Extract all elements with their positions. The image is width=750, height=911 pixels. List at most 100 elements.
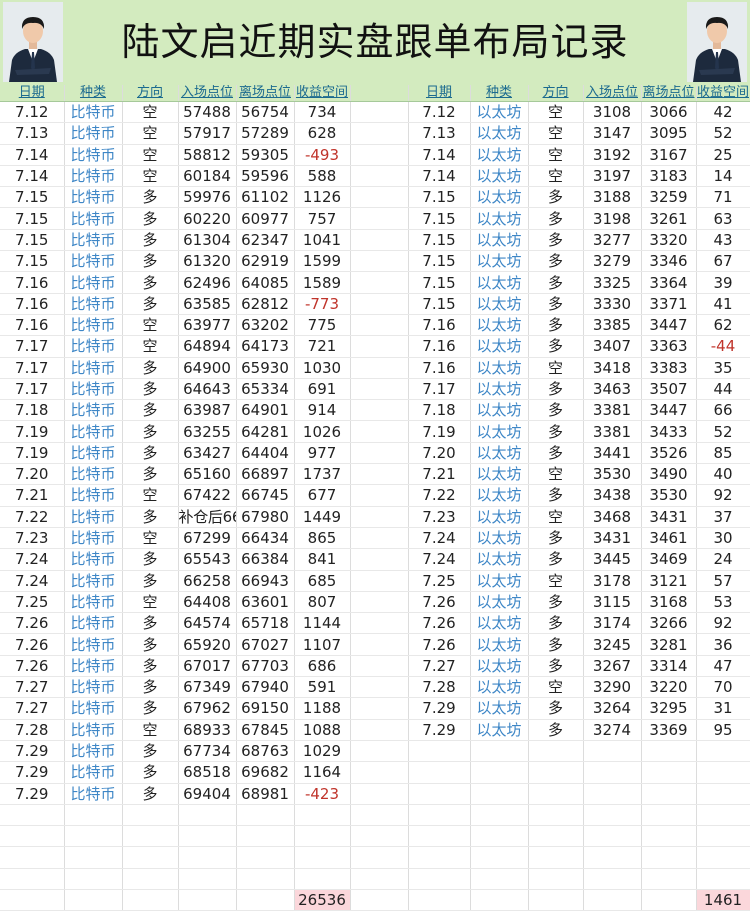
exit-price-cell: 56754 xyxy=(236,101,295,124)
date-cell: 7.21 xyxy=(0,484,65,507)
table-row xyxy=(0,868,750,890)
empty-cell xyxy=(408,868,471,890)
coin-cell: 比特币 xyxy=(64,186,123,209)
spacer-cell xyxy=(350,548,409,571)
empty-cell xyxy=(122,804,179,827)
empty-cell xyxy=(583,740,642,763)
entry-price-cell: 3438 xyxy=(583,484,642,507)
entry-price-cell: 3325 xyxy=(583,271,642,294)
spacer-cell xyxy=(350,399,409,422)
date-cell: 7.27 xyxy=(0,697,65,720)
table-row: 7.15 比特币多 59976 61102 1126 7.15 以太坊多 3188 3259 71 xyxy=(0,186,750,209)
direction-cell: 多 xyxy=(122,548,179,571)
column-header: 日期 xyxy=(0,85,65,102)
column-header: 方向 xyxy=(528,85,584,102)
exit-price-cell: 3461 xyxy=(641,527,697,550)
profit-cell: 53 xyxy=(696,591,750,614)
direction-cell: 多 xyxy=(122,740,179,763)
eth-total-profit: 1461 xyxy=(696,889,750,911)
date-cell: 7.22 xyxy=(0,506,65,528)
entry-price-cell: 62496 xyxy=(178,271,237,294)
entry-price-cell: 57488 xyxy=(178,101,237,124)
entry-price-cell: 3468 xyxy=(583,506,642,528)
table-header-row: 日期 种类 方向 入场点位 离场点位 收益空间 日期 种类 方向 入场点位 离场点位 收益空间 xyxy=(0,85,750,102)
direction-cell: 多 xyxy=(528,442,584,465)
entry-price-cell: 3277 xyxy=(583,229,642,252)
exit-price-cell: 3364 xyxy=(641,271,697,294)
direction-cell: 多 xyxy=(528,293,584,315)
exit-price-cell: 59305 xyxy=(236,144,295,166)
entry-price-cell: 61304 xyxy=(178,229,237,252)
profit-cell: 47 xyxy=(696,655,750,678)
profit-cell: 691 xyxy=(294,378,351,401)
spacer-cell xyxy=(350,612,409,635)
direction-cell: 空 xyxy=(528,506,584,528)
spacer-cell xyxy=(350,122,409,145)
profit-cell: 1041 xyxy=(294,229,351,252)
table-row: 7.21 比特币空 67422 66745 677 7.22 以太坊多 3438 3530 92 xyxy=(0,484,750,507)
table-row: 7.23 比特币空 67299 66434 865 7.24 以太坊多 3431 3461 30 xyxy=(0,527,750,550)
coin-cell: 以太坊 xyxy=(470,271,529,294)
entry-price-cell: 3385 xyxy=(583,314,642,337)
exit-price-cell: 65334 xyxy=(236,378,295,401)
date-cell: 7.13 xyxy=(408,122,471,145)
date-cell: 7.24 xyxy=(408,527,471,550)
entry-price-cell: 59976 xyxy=(178,186,237,209)
coin-cell: 以太坊 xyxy=(470,484,529,507)
empty-cell xyxy=(0,825,65,848)
exit-price-cell: 67980 xyxy=(236,506,295,528)
coin-cell: 以太坊 xyxy=(470,378,529,401)
exit-price-cell: 66384 xyxy=(236,548,295,571)
coin-cell: 比特币 xyxy=(64,612,123,635)
direction-cell: 多 xyxy=(528,612,584,635)
exit-price-cell: 66943 xyxy=(236,570,295,592)
profit-cell: 92 xyxy=(696,484,750,507)
exit-price-cell: 3281 xyxy=(641,633,697,656)
profit-cell: 841 xyxy=(294,548,351,571)
coin-cell: 比特币 xyxy=(64,271,123,294)
coin-cell: 比特币 xyxy=(64,484,123,507)
direction-cell: 多 xyxy=(122,697,179,720)
entry-price-cell: 3418 xyxy=(583,357,642,379)
entry-price-cell: 3290 xyxy=(583,676,642,699)
date-cell: 7.18 xyxy=(0,399,65,422)
spacer-cell xyxy=(350,761,409,784)
empty-cell xyxy=(0,868,65,890)
spacer-cell xyxy=(350,846,409,869)
empty-cell xyxy=(408,740,471,763)
exit-price-cell: 3121 xyxy=(641,570,697,592)
exit-price-cell: 3183 xyxy=(641,165,697,188)
profit-cell: -493 xyxy=(294,144,351,166)
exit-price-cell: 3167 xyxy=(641,144,697,166)
coin-cell: 以太坊 xyxy=(470,527,529,550)
column-header: 收益空间 xyxy=(294,85,351,102)
date-cell: 7.24 xyxy=(408,548,471,571)
direction-cell: 多 xyxy=(122,229,179,252)
direction-cell: 空 xyxy=(122,484,179,507)
empty-cell xyxy=(696,846,750,869)
date-cell: 7.19 xyxy=(0,442,65,465)
empty-cell xyxy=(408,804,471,827)
exit-price-cell: 61102 xyxy=(236,186,295,209)
spacer-cell xyxy=(350,378,409,401)
entry-price-cell: 58812 xyxy=(178,144,237,166)
exit-price-cell: 68763 xyxy=(236,740,295,763)
exit-price-cell: 3320 xyxy=(641,229,697,252)
profit-cell: 52 xyxy=(696,420,750,443)
table-row: 7.17 比特币空 64894 64173 721 7.16 以太坊多 3407 3363 -44 xyxy=(0,335,750,358)
profit-cell: 57 xyxy=(696,570,750,592)
entry-price-cell: 61320 xyxy=(178,250,237,273)
profit-cell: 24 xyxy=(696,548,750,571)
coin-cell: 以太坊 xyxy=(470,314,529,337)
spacer-cell xyxy=(350,484,409,507)
date-cell: 7.22 xyxy=(408,484,471,507)
table-row: 7.26 比特币多 64574 65718 1144 7.26 以太坊多 3174 3266 92 xyxy=(0,612,750,635)
entry-price-cell: 63427 xyxy=(178,442,237,465)
profit-cell: -773 xyxy=(294,293,351,315)
empty-cell xyxy=(470,846,529,869)
direction-cell: 多 xyxy=(122,783,179,805)
direction-cell: 空 xyxy=(528,144,584,166)
coin-cell: 以太坊 xyxy=(470,655,529,678)
empty-cell xyxy=(470,804,529,827)
direction-cell: 多 xyxy=(528,399,584,422)
